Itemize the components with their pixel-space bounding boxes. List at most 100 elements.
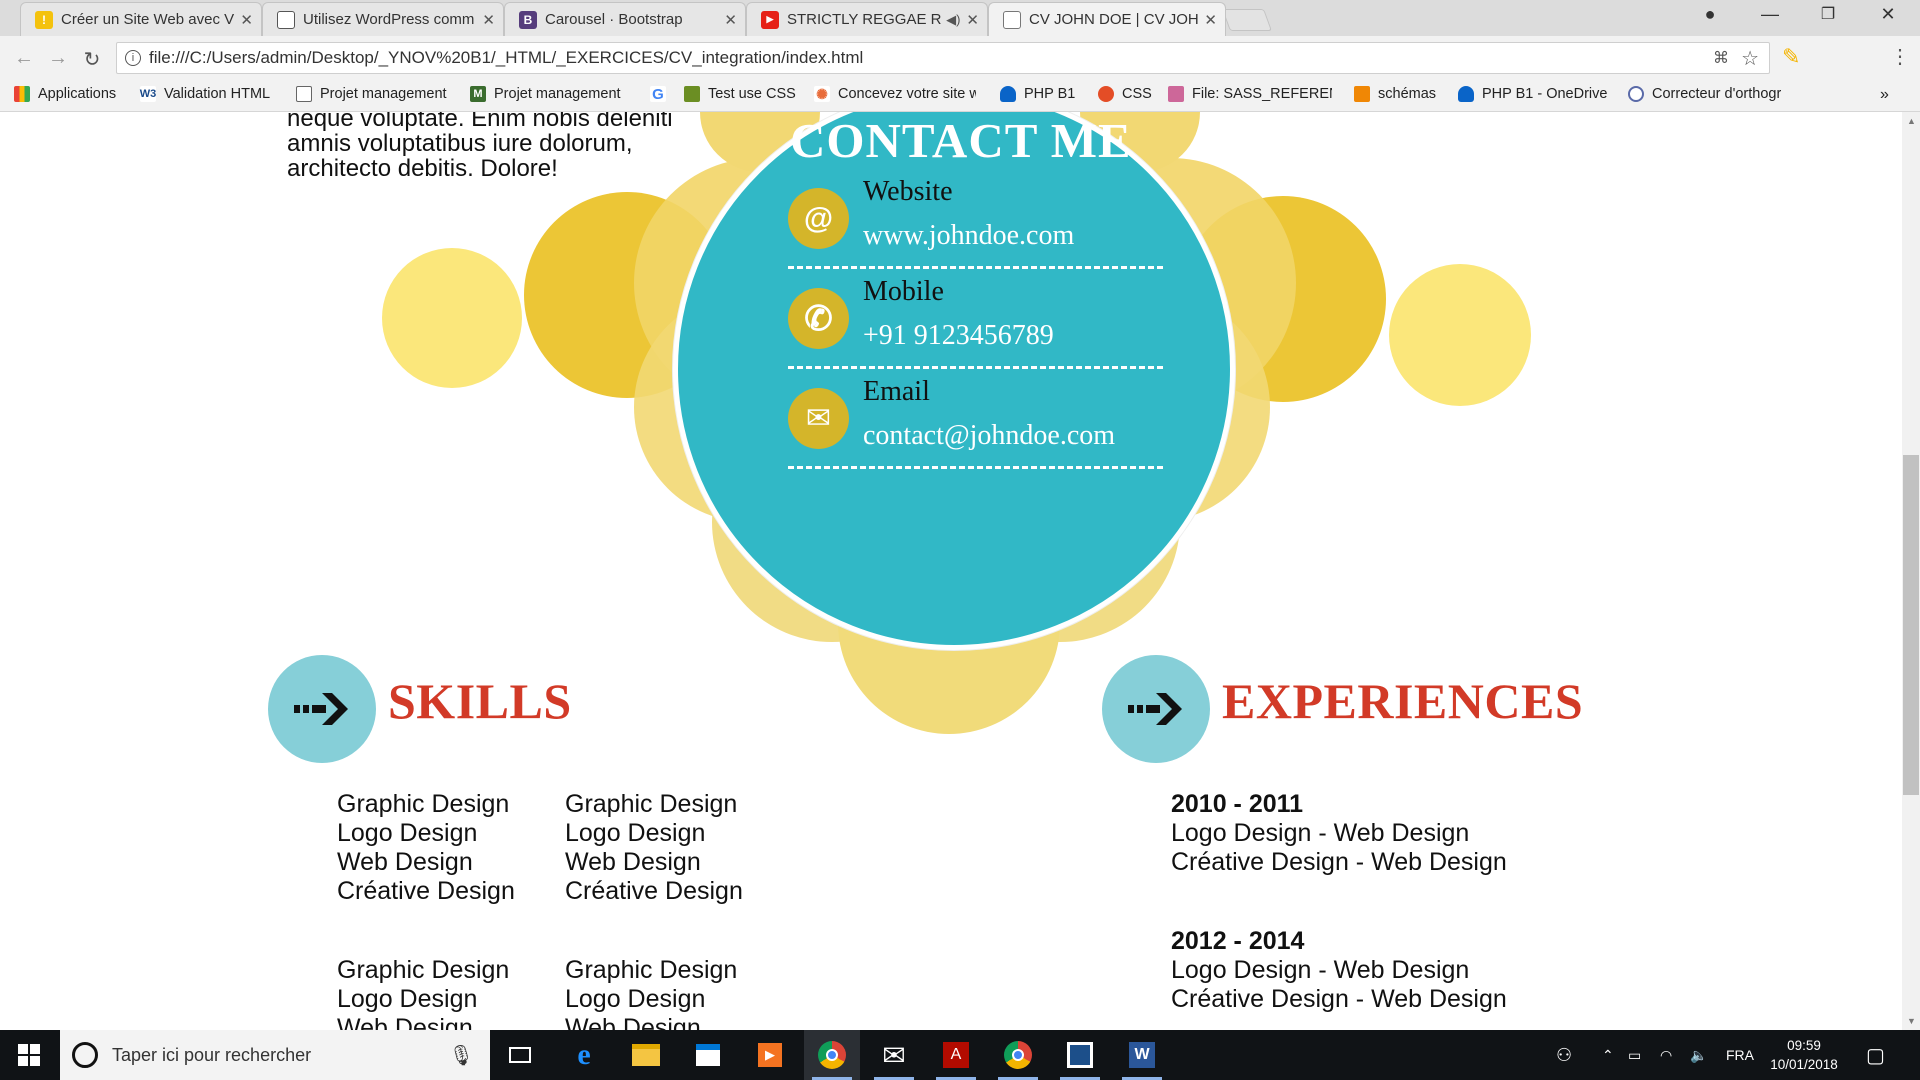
google-icon: G	[650, 86, 666, 103]
contact-label-email: Email	[863, 376, 930, 407]
chrome-icon[interactable]	[990, 1030, 1046, 1080]
decor-circle	[382, 248, 522, 388]
acrobat-icon[interactable]: A	[928, 1030, 984, 1080]
apps-grid-icon	[14, 86, 30, 102]
show-hidden-icons-icon[interactable]: ⌃	[1602, 1030, 1614, 1080]
address-bar[interactable]: i file:///C:/Users/admin/Desktop/_YNOV%2…	[116, 42, 1770, 74]
page-viewport: neque voluptate. Enim nobis deleniti amn…	[0, 112, 1902, 1030]
media-player-icon[interactable]: ▶	[742, 1030, 798, 1080]
contact-value-website[interactable]: www.johndoe.com	[863, 220, 1074, 252]
envelope-icon: ✉	[788, 388, 849, 449]
word-icon[interactable]: W	[1114, 1030, 1170, 1080]
bookmark-item[interactable]: schémas	[1354, 86, 1436, 102]
translate-icon[interactable]: ⌘	[1713, 48, 1729, 68]
dashed-divider	[788, 466, 1163, 469]
clock[interactable]: 09:59 10/01/2018	[1766, 1030, 1842, 1080]
back-button[interactable]: ←	[10, 47, 38, 70]
document-icon	[1003, 10, 1021, 29]
bookmark-item[interactable]: M Projet management	[470, 86, 621, 102]
url-text: file:///C:/Users/admin/Desktop/_YNOV%20B…	[149, 48, 864, 67]
menu-icon[interactable]: ⋮	[1890, 44, 1910, 69]
bootstrap-icon: B	[519, 10, 537, 29]
bookmark-item[interactable]: G	[650, 86, 674, 103]
battery-icon[interactable]: ▭	[1628, 1030, 1641, 1080]
browser-tab[interactable]: Utilisez WordPress comm ✕	[262, 2, 504, 36]
bookmark-item[interactable]: Correcteur d'orthogr	[1628, 86, 1781, 102]
close-tab-icon[interactable]: ✕	[482, 11, 495, 29]
file-explorer-icon[interactable]	[618, 1030, 674, 1080]
edge-icon[interactable]: e	[556, 1030, 612, 1080]
browser-tab[interactable]: ▶ STRICTLY REGGAE RO ◀) ✕	[746, 2, 988, 36]
browser-tab[interactable]: B Carousel · Bootstrap ✕	[504, 2, 746, 36]
close-tab-icon[interactable]: ✕	[240, 11, 253, 29]
bookmark-item[interactable]: File: SASS_REFERENC	[1168, 86, 1332, 102]
forward-button[interactable]: →	[44, 47, 72, 70]
wifi-icon[interactable]: ◠	[1660, 1030, 1672, 1080]
skills-list: Graphic Design Logo Design Web Design	[565, 956, 738, 1030]
drawio-icon	[1354, 86, 1370, 102]
profile-icon[interactable]: ●	[1690, 4, 1730, 25]
skills-list: Graphic Design Logo Design Web Design Cr…	[565, 790, 743, 905]
close-tab-icon[interactable]: ✕	[724, 11, 737, 29]
arrow-right-icon	[268, 655, 376, 763]
extension-icon[interactable]: ✎	[1782, 44, 1800, 70]
contact-label-website: Website	[863, 176, 953, 207]
cortana-icon	[72, 1042, 98, 1068]
reload-button[interactable]: ↻	[78, 47, 106, 72]
experience-entry: 2012 - 2014 Logo Design - Web Design Cré…	[1171, 927, 1507, 1013]
bookmark-item[interactable]: W3 Validation HTML	[140, 86, 270, 102]
youtube-icon: ▶	[761, 10, 779, 29]
notification-icon[interactable]: ▢	[1866, 1030, 1885, 1080]
skills-list: Graphic Design Logo Design Web Design Cr…	[337, 790, 515, 905]
contact-value-email[interactable]: contact@johndoe.com	[863, 420, 1115, 452]
bookmark-applications[interactable]: Applications	[14, 86, 116, 102]
browser-tab-active[interactable]: CV JOHN DOE | CV JOHN ✕	[988, 2, 1226, 36]
bookmark-item[interactable]: ✺ Concevez votre site w	[814, 86, 976, 102]
microphone-icon[interactable]: 🎙	[449, 1043, 474, 1068]
store-icon[interactable]	[680, 1030, 736, 1080]
openclassrooms-icon: ✺	[814, 86, 830, 102]
browser-tab[interactable]: ! Créer un Site Web avec V ✕	[20, 2, 262, 36]
scrollbar-thumb[interactable]	[1903, 455, 1919, 795]
bookmarks-bar: Applications W3 Validation HTML Projet m…	[0, 80, 1920, 112]
close-tab-icon[interactable]: ✕	[1204, 11, 1217, 29]
bookmark-item[interactable]: PHP B1	[1000, 86, 1075, 102]
language-indicator[interactable]: FRA	[1726, 1030, 1754, 1080]
tab-strip: ! Créer un Site Web avec V ✕ Utilisez Wo…	[0, 0, 1920, 36]
contact-value-mobile[interactable]: +91 9123456789	[863, 320, 1054, 352]
mail-icon[interactable]: ✉	[866, 1030, 922, 1080]
bookmarks-overflow-button[interactable]: »	[1880, 86, 1889, 104]
chrome-icon[interactable]	[804, 1030, 860, 1080]
people-icon[interactable]: ⚇	[1556, 1030, 1572, 1080]
intro-paragraph: neque voluptate. Enim nobis deleniti amn…	[287, 112, 673, 182]
volume-icon[interactable]: 🔈	[1690, 1030, 1707, 1080]
restore-button[interactable]: ❐	[1808, 4, 1848, 24]
taskbar-search-box[interactable]: Taper ici pour rechercher 🎙	[60, 1030, 490, 1080]
bookmark-item[interactable]: PHP B1 - OneDrive	[1458, 86, 1607, 102]
onedrive-icon	[1458, 86, 1474, 102]
new-tab-button[interactable]	[1221, 9, 1273, 31]
trello-icon: M	[470, 86, 486, 102]
caniuse-icon	[684, 86, 700, 102]
scroll-down-arrow-icon[interactable]: ▼	[1907, 1016, 1916, 1026]
bookmark-item[interactable]: CSS	[1098, 86, 1152, 102]
css-icon	[1098, 86, 1114, 102]
close-tab-icon[interactable]: ✕	[966, 11, 979, 29]
scroll-up-arrow-icon[interactable]: ▲	[1907, 116, 1916, 126]
dashed-divider	[788, 266, 1163, 269]
contact-circle	[673, 112, 1235, 650]
bookmark-item[interactable]: Test use CSS	[684, 86, 796, 102]
minimize-button[interactable]: —	[1750, 4, 1790, 25]
start-button[interactable]	[0, 1030, 58, 1080]
arrow-right-icon	[1102, 655, 1210, 763]
audio-playing-icon[interactable]: ◀)	[946, 12, 960, 28]
page-icon	[277, 10, 295, 29]
bookmark-item[interactable]: Projet management	[296, 86, 447, 102]
info-icon[interactable]: i	[125, 50, 141, 66]
w3-icon: W3	[139, 86, 157, 102]
warning-icon: !	[35, 10, 53, 29]
close-window-button[interactable]: ✕	[1868, 4, 1908, 25]
vpn-icon[interactable]	[1052, 1030, 1108, 1080]
task-view-icon[interactable]	[492, 1030, 548, 1080]
bookmark-star-icon[interactable]: ☆	[1741, 46, 1759, 71]
